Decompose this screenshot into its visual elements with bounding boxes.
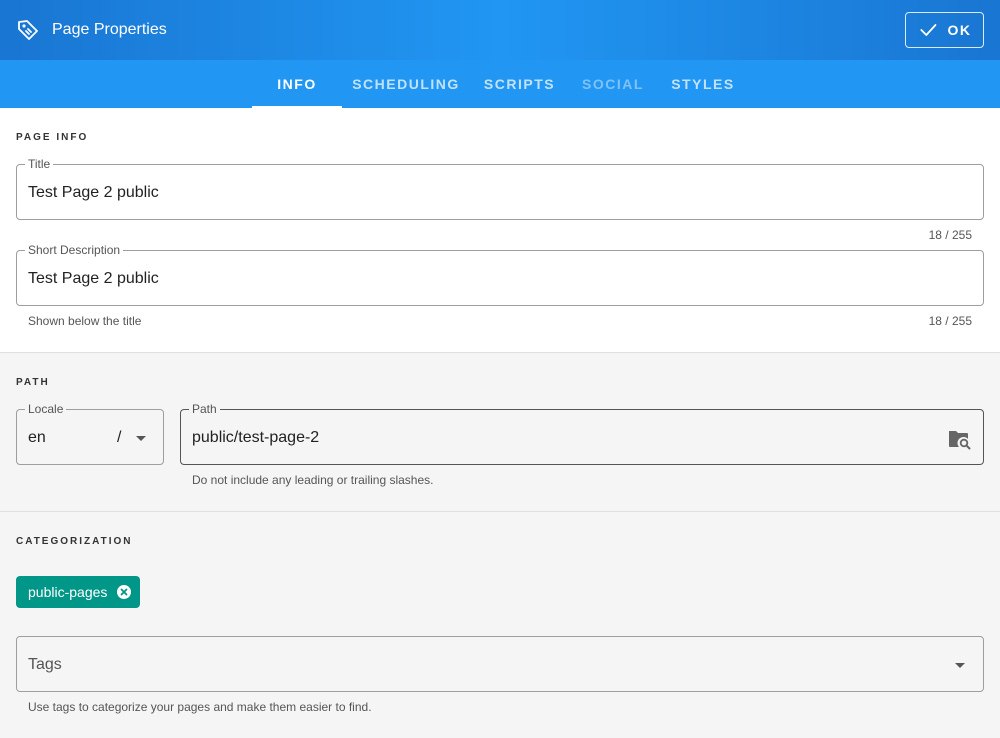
short-description-hint: Shown below the title: [28, 314, 142, 328]
check-icon: [919, 24, 936, 36]
locale-select[interactable]: Locale en /: [16, 403, 164, 465]
dialog-title: Page Properties: [52, 21, 167, 38]
page-info-section: PAGE INFO Title Test Page 2 public 18 / …: [0, 108, 1000, 353]
tags-hint: Use tags to categorize your pages and ma…: [28, 700, 372, 714]
tag-icon: [18, 20, 38, 40]
tab-info[interactable]: INFO: [252, 60, 342, 108]
page-info-heading: PAGE INFO: [16, 132, 89, 143]
path-field[interactable]: Path public/test-page-2: [180, 403, 984, 465]
short-description-input[interactable]: Test Page 2 public: [28, 269, 159, 289]
ok-button[interactable]: OK: [905, 12, 984, 48]
path-heading: PATH: [16, 377, 50, 388]
tags-field[interactable]: Tags: [16, 636, 984, 692]
title-input[interactable]: Test Page 2 public: [28, 183, 159, 203]
tab-scheduling[interactable]: SCHEDULING: [346, 60, 466, 108]
path-label: Path: [189, 403, 220, 415]
tag-chip-label: public-pages: [28, 584, 108, 600]
locale-separator: /: [117, 429, 122, 446]
categorization-section: CATEGORIZATION public-pages Tags Use tag…: [0, 512, 1000, 738]
title-field-label: Title: [25, 158, 54, 170]
folder-search-icon[interactable]: [947, 428, 971, 450]
short-description-field[interactable]: Short Description Test Page 2 public: [16, 244, 984, 306]
locale-label: Locale: [25, 403, 67, 415]
dialog-header: Page Properties OK: [0, 0, 1000, 60]
path-hint: Do not include any leading or trailing s…: [192, 473, 434, 487]
tab-bar: INFO SCHEDULING SCRIPTS SOCIAL STYLES: [0, 60, 1000, 108]
path-section: PATH Locale en / Path public/test-page-2…: [0, 353, 1000, 512]
path-input[interactable]: public/test-page-2: [192, 428, 319, 448]
locale-value: en: [28, 429, 46, 446]
title-field[interactable]: Title Test Page 2 public: [16, 158, 984, 220]
categorization-heading: CATEGORIZATION: [16, 536, 133, 547]
close-icon[interactable]: [117, 585, 131, 599]
ok-button-label: OK: [947, 22, 972, 38]
tab-styles[interactable]: STYLES: [662, 60, 744, 108]
chevron-down-icon[interactable]: [955, 663, 965, 668]
chevron-down-icon: [136, 436, 146, 441]
short-description-label: Short Description: [25, 244, 124, 256]
title-counter: 18 / 255: [928, 228, 972, 242]
tag-chip[interactable]: public-pages: [16, 576, 140, 608]
tags-placeholder: Tags: [28, 656, 62, 673]
short-description-counter: 18 / 255: [928, 314, 972, 328]
tab-social: SOCIAL: [582, 76, 644, 92]
tab-scripts[interactable]: SCRIPTS: [476, 60, 563, 108]
